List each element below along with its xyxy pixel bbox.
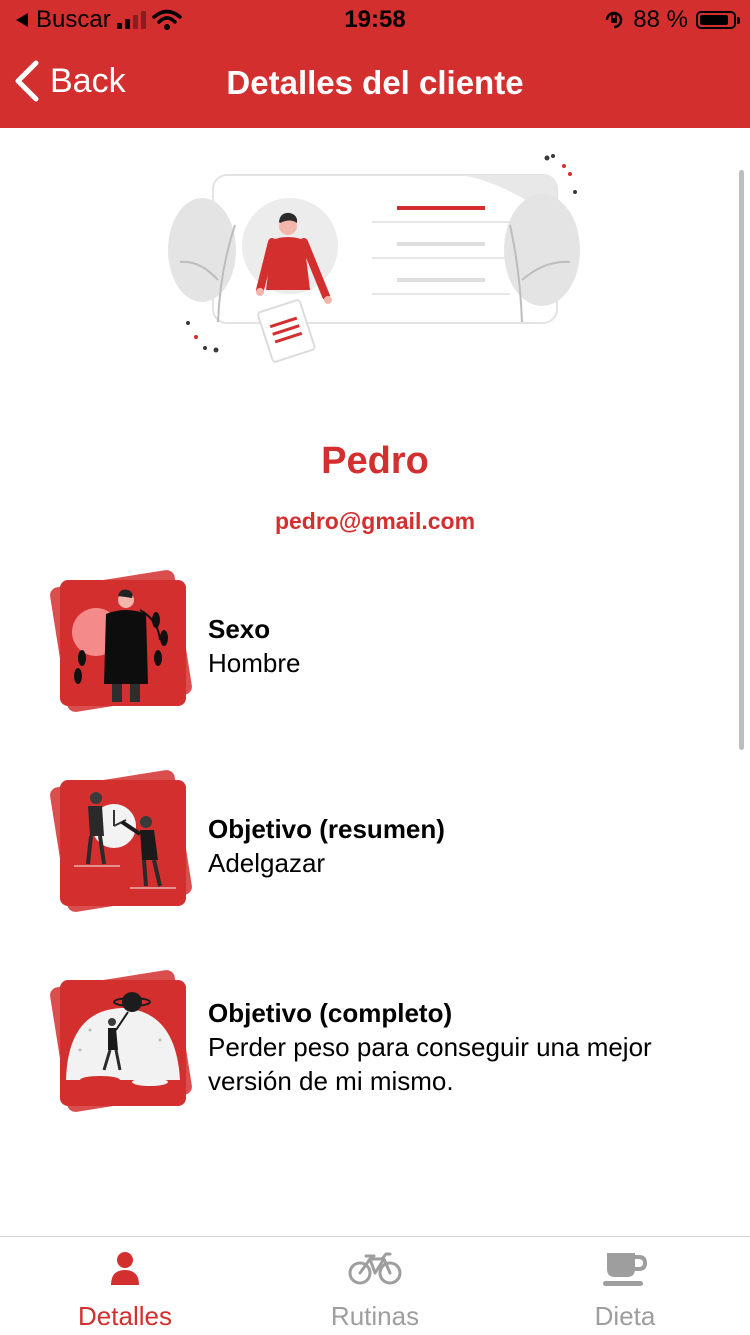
detail-value: Hombre — [208, 648, 301, 678]
battery-icon — [696, 11, 740, 29]
page-title: Detalles del cliente — [226, 64, 524, 101]
navigation-bar: Back Detalles del cliente — [0, 40, 750, 128]
coffee-cup-icon — [603, 1253, 647, 1286]
tab-dieta[interactable]: Dieta — [500, 1237, 750, 1335]
detail-row-objetivo-resumen: Objetivo (resumen) Adelgazar — [40, 768, 720, 928]
person-illustration-icon — [40, 568, 200, 728]
detail-label: Objetivo (completo) — [208, 998, 453, 1028]
person-icon — [111, 1252, 139, 1285]
client-profile-illustration — [168, 154, 580, 363]
tab-label: Detalles — [78, 1301, 172, 1331]
detail-value: Perder peso para conseguir una mejor ver… — [208, 1032, 652, 1096]
tab-bar: Detalles Rutinas Dieta — [0, 1236, 750, 1335]
tab-label: Dieta — [594, 1301, 656, 1331]
detail-value: Adelgazar — [208, 848, 326, 878]
battery-percent: 88 % — [633, 6, 688, 33]
detail-row-objetivo-completo: Objetivo (completo) Perder peso para con… — [40, 968, 720, 1128]
client-name: Pedro — [321, 440, 429, 482]
tab-detalles[interactable]: Detalles — [0, 1237, 250, 1335]
planet-illustration-icon — [40, 968, 200, 1128]
tab-label: Rutinas — [330, 1301, 420, 1331]
detail-row-sexo: Sexo Hombre — [40, 568, 720, 728]
bicycle-icon — [348, 1252, 402, 1285]
detail-label: Sexo — [208, 614, 271, 644]
detail-label: Objetivo (resumen) — [208, 814, 445, 844]
status-bar: Buscar 19:58 88 % — [0, 0, 750, 40]
orientation-lock-icon — [606, 11, 623, 29]
client-email[interactable]: pedro@gmail.com — [0, 508, 750, 535]
tab-rutinas[interactable]: Rutinas — [250, 1237, 500, 1335]
clock-illustration-icon — [40, 768, 200, 928]
